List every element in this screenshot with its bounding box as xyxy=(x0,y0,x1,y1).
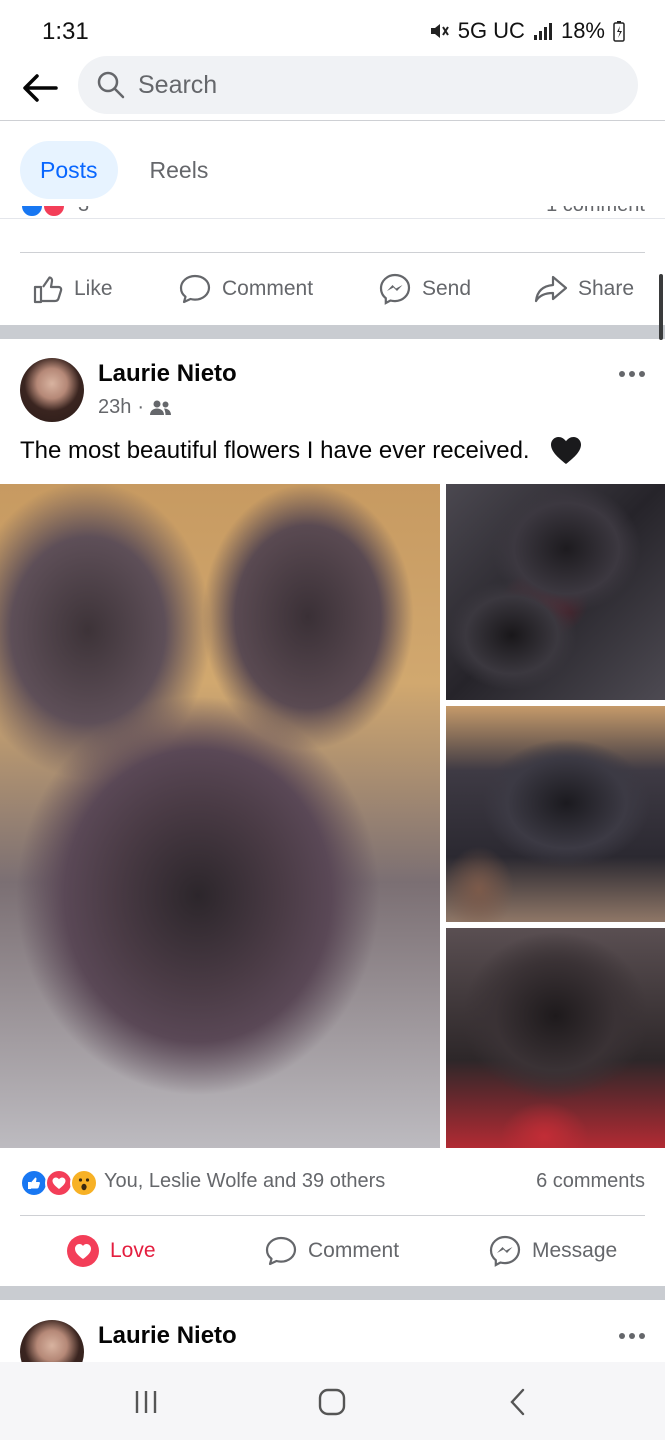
battery-charging-icon xyxy=(613,20,625,42)
mute-icon xyxy=(428,20,450,42)
post-meta: 23h · xyxy=(98,396,172,419)
love-reaction-icon xyxy=(45,1169,73,1197)
messenger-icon xyxy=(489,1235,521,1267)
post-actions: Love Comment Message xyxy=(0,1221,665,1281)
more-dots-icon xyxy=(619,1333,645,1339)
chevron-left-icon xyxy=(510,1388,525,1416)
like-reaction-icon xyxy=(20,206,44,218)
network-label: 5G UC xyxy=(457,18,525,43)
feed-separator xyxy=(0,325,665,339)
search-header xyxy=(0,56,665,120)
post-photo-3[interactable] xyxy=(446,706,665,922)
more-options-button[interactable] xyxy=(618,364,646,378)
status-bar: 1:31 5G UC 18% xyxy=(0,0,665,62)
post-caption: The most beautiful flowers I have ever r… xyxy=(20,436,582,466)
comment-bubble-icon xyxy=(265,1236,297,1266)
share-arrow-icon xyxy=(534,275,568,303)
back-nav-button[interactable] xyxy=(498,1382,538,1422)
comment-label: Comment xyxy=(222,277,314,300)
send-label: Send xyxy=(422,277,472,300)
system-nav-bar xyxy=(0,1362,665,1440)
like-reaction-icon xyxy=(20,1169,48,1197)
messenger-icon xyxy=(379,273,411,305)
arrow-left-icon xyxy=(23,74,58,102)
battery-label: 18% xyxy=(560,18,605,43)
tabs-divider xyxy=(0,218,665,219)
post-action-divider xyxy=(20,1215,645,1216)
reactions-names[interactable]: You, Leslie Wolfe and 39 others xyxy=(104,1170,385,1193)
thumbs-up-icon xyxy=(33,276,63,304)
comment-bubble-icon xyxy=(179,274,211,304)
love-reaction-icon xyxy=(42,206,66,218)
message-button[interactable]: Message xyxy=(488,1234,617,1268)
post-comment-button[interactable]: Comment xyxy=(264,1235,399,1267)
black-heart-icon xyxy=(550,437,581,464)
previous-post-actions: Like Comment Send Share xyxy=(0,259,665,319)
status-indicators: 5G UC 18% xyxy=(428,18,625,44)
love-label: Love xyxy=(110,1239,156,1262)
share-label: Share xyxy=(578,277,635,300)
post-time[interactable]: 23h xyxy=(98,396,131,419)
post-text: The most beautiful flowers I have ever r… xyxy=(20,437,530,464)
home-icon xyxy=(318,1388,346,1416)
post-author-name[interactable]: Laurie Nieto xyxy=(98,360,237,388)
meta-separator: · xyxy=(137,396,145,418)
comment-button[interactable]: Comment xyxy=(178,273,313,305)
send-button[interactable]: Send xyxy=(378,272,471,306)
like-button[interactable]: Like xyxy=(32,273,113,305)
post-comment-label: Comment xyxy=(308,1239,400,1262)
love-filled-icon xyxy=(67,1235,99,1267)
wow-reaction-icon xyxy=(70,1169,98,1197)
reaction-icons[interactable] xyxy=(20,1169,100,1197)
tab-posts[interactable]: Posts xyxy=(20,141,118,199)
signal-icon xyxy=(533,21,553,41)
next-more-options-button[interactable] xyxy=(618,1326,646,1340)
tab-bar: Posts Reels xyxy=(20,141,228,199)
love-button[interactable]: Love xyxy=(66,1234,156,1268)
recent-apps-icon xyxy=(135,1391,157,1413)
previous-reaction-count[interactable]: 3 xyxy=(78,206,89,217)
status-time: 1:31 xyxy=(42,18,89,45)
message-label: Message xyxy=(532,1239,618,1262)
previous-comment-count[interactable]: 1 comment xyxy=(546,206,645,217)
comments-count[interactable]: 6 comments xyxy=(536,1170,645,1193)
author-avatar[interactable] xyxy=(20,358,84,422)
more-dots-icon xyxy=(619,371,645,377)
recent-apps-button[interactable] xyxy=(126,1382,166,1422)
feed-separator xyxy=(0,1286,665,1300)
next-post-author-name[interactable]: Laurie Nieto xyxy=(98,1322,237,1350)
tab-reels[interactable]: Reels xyxy=(130,141,229,199)
search-icon xyxy=(97,71,125,99)
home-button[interactable] xyxy=(312,1382,352,1422)
next-post: Laurie Nieto xyxy=(0,1300,665,1362)
post-photo-2[interactable] xyxy=(446,484,665,700)
next-author-avatar[interactable] xyxy=(20,1320,84,1362)
previous-action-divider xyxy=(20,252,645,253)
reactions-summary: You, Leslie Wolfe and 39 others 6 commen… xyxy=(20,1166,645,1198)
post-photo-main[interactable] xyxy=(0,484,440,1148)
header-divider xyxy=(0,120,665,121)
friends-icon xyxy=(150,400,172,415)
scrollbar[interactable] xyxy=(659,274,663,340)
share-button[interactable]: Share xyxy=(534,274,634,304)
like-label: Like xyxy=(74,277,113,300)
post-photo-4[interactable] xyxy=(446,928,665,1148)
search-input[interactable] xyxy=(138,70,598,100)
search-bar[interactable] xyxy=(78,56,638,114)
back-button[interactable] xyxy=(18,66,62,110)
